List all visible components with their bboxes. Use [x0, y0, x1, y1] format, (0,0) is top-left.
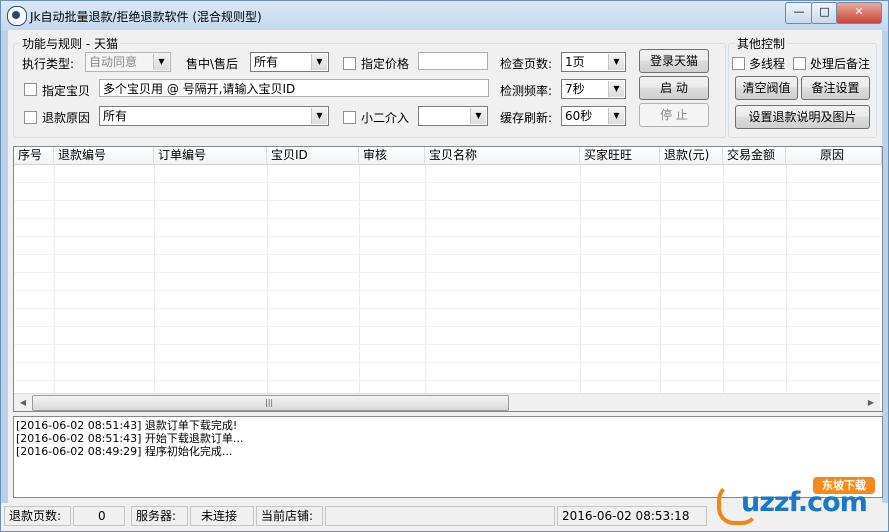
freq-select[interactable]: 7秒 ▼	[561, 79, 626, 99]
price-checkbox[interactable]	[343, 57, 356, 70]
refund-note-settings-button[interactable]: 设置退款说明及图片	[735, 105, 870, 129]
cache-label: 缓存刷新:	[500, 111, 553, 125]
reason-select[interactable]: 所有 ▼	[99, 106, 329, 126]
main-panel: 功能与规则 - 天猫 执行类型: 自动同意 ▼ 售中\售后 所有 ▼ 指定价格 …	[8, 30, 883, 503]
other-legend: 其他控制	[737, 37, 786, 51]
col-header-buyer[interactable]: 买家旺旺	[580, 147, 660, 164]
sale-stage-value: 所有	[254, 55, 279, 69]
xiaoer-checkbox[interactable]	[343, 111, 356, 124]
col-header-item-id[interactable]: 宝贝ID	[267, 147, 359, 164]
sale-stage-label: 售中\售后	[186, 57, 239, 71]
exec-type-select[interactable]: 自动同意 ▼	[85, 52, 171, 72]
chevron-down-icon: ▼	[470, 108, 486, 124]
freq-label: 检测频率:	[500, 84, 553, 98]
shop-label: 当前店铺:	[256, 506, 323, 526]
chevron-down-icon: ▼	[608, 81, 624, 97]
col-header-reason[interactable]: 原因	[786, 147, 882, 164]
uzzf-watermark-logo: uzzf.com 东坡下载	[711, 469, 881, 525]
price-label: 指定价格	[361, 57, 410, 71]
scroll-right-icon[interactable]: ▶	[863, 395, 879, 410]
refund-pages-label: 退款页数:	[4, 506, 71, 526]
remark-after-label: 处理后备注	[810, 57, 871, 71]
status-datetime: 2016-06-02 08:53:18	[557, 506, 707, 526]
minimize-button[interactable]: —	[785, 2, 813, 24]
maximize-button[interactable]: □	[811, 2, 838, 24]
window-title: Jk自动批量退款/拒绝退款软件 (混合规则型)	[30, 10, 262, 24]
col-header-refund-no[interactable]: 退款编号	[54, 147, 154, 164]
sale-stage-select[interactable]: 所有 ▼	[250, 52, 329, 72]
horizontal-scrollbar[interactable]: ◀ ||| ▶	[14, 393, 880, 411]
col-header-item-name[interactable]: 宝贝名称	[425, 147, 580, 164]
stop-button[interactable]: 停 止	[639, 103, 709, 127]
cache-select[interactable]: 60秒 ▼	[561, 106, 626, 126]
cache-value: 60秒	[565, 109, 593, 123]
col-header-index[interactable]: 序号	[14, 147, 54, 164]
pages-value: 1页	[565, 55, 585, 69]
xiaoer-label: 小二介入	[361, 111, 410, 125]
refund-table[interactable]: 序号 退款编号 订单编号 宝贝ID 审核 宝贝名称 买家旺旺 退款(元) 交易金…	[13, 146, 883, 412]
freq-value: 7秒	[565, 82, 585, 96]
col-header-trade-amount[interactable]: 交易金额	[723, 147, 786, 164]
chevron-down-icon: ▼	[153, 54, 169, 70]
item-label: 指定宝贝	[42, 84, 91, 98]
pages-label: 检查页数:	[500, 57, 553, 71]
pages-select[interactable]: 1页 ▼	[561, 52, 626, 72]
exec-type-value: 自动同意	[89, 55, 138, 69]
table-header: 序号 退款编号 订单编号 宝贝ID 审核 宝贝名称 买家旺旺 退款(元) 交易金…	[14, 147, 882, 165]
col-header-order-no[interactable]: 订单编号	[154, 147, 267, 164]
price-input[interactable]	[418, 52, 488, 70]
rules-legend: 功能与规则 - 天猫	[22, 37, 118, 51]
scrollbar-thumb[interactable]: |||	[32, 395, 509, 411]
server-status: 未连接	[190, 506, 254, 526]
col-header-review[interactable]: 审核	[359, 147, 425, 164]
watermark-badge: 东坡下载	[813, 477, 875, 494]
exec-type-label: 执行类型:	[22, 57, 75, 71]
item-id-input[interactable]: 多个宝贝用 @ 号隔开,请输入宝贝ID	[99, 79, 489, 97]
title-bar: Jk自动批量退款/拒绝退款软件 (混合规则型) — □ ✕	[1, 1, 888, 31]
clear-threshold-button[interactable]: 清空阀值	[735, 76, 798, 100]
login-tmall-button[interactable]: 登录天猫	[639, 49, 709, 73]
multithread-checkbox[interactable]	[732, 57, 745, 70]
chevron-down-icon: ▼	[608, 108, 624, 124]
refund-pages-value: 0	[73, 506, 125, 526]
remark-after-checkbox[interactable]	[793, 57, 806, 70]
close-button[interactable]: ✕	[836, 2, 882, 24]
chevron-down-icon: ▼	[608, 54, 624, 70]
app-window: Jk自动批量退款/拒绝退款软件 (混合规则型) — □ ✕ 功能与规则 - 天猫…	[0, 0, 889, 532]
chevron-down-icon: ▼	[311, 54, 327, 70]
xiaoer-select[interactable]: ▼	[418, 106, 488, 126]
grip-icon: |||	[265, 398, 274, 407]
server-label: 服务器:	[131, 506, 188, 526]
app-logo-icon	[7, 6, 27, 26]
log-line: [2016-06-02 08:51:43] 开始下载退款订单...	[16, 432, 244, 445]
reason-label: 退款原因	[42, 111, 91, 125]
log-line: [2016-06-02 08:51:43] 退款订单下载完成!	[16, 419, 238, 432]
reason-value: 所有	[103, 109, 128, 123]
log-line: [2016-06-02 08:49:29] 程序初始化完成...	[16, 445, 233, 458]
shop-value	[325, 506, 555, 526]
reason-checkbox[interactable]	[24, 111, 37, 124]
remark-settings-button[interactable]: 备注设置	[801, 76, 870, 100]
item-checkbox[interactable]	[24, 83, 37, 96]
multithread-label: 多线程	[749, 57, 786, 71]
scroll-left-icon[interactable]: ◀	[15, 395, 31, 410]
start-button[interactable]: 启 动	[639, 76, 709, 100]
col-header-refund-amount[interactable]: 退款(元)	[660, 147, 723, 164]
chevron-down-icon: ▼	[311, 108, 327, 124]
